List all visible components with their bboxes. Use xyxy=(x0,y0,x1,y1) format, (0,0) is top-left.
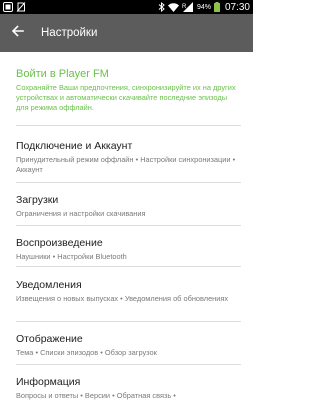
settings-item-display[interactable]: Отображение Тема • Списки эпизодов • Обз… xyxy=(16,321,241,364)
app-bar: Настройки xyxy=(0,14,253,52)
settings-item-title: Загрузки xyxy=(16,194,59,206)
sign-in-title: Войти в Player FM xyxy=(16,68,109,80)
page-title: Настройки xyxy=(41,27,98,39)
settings-item-subtitle: Ограничения и настройки скачивания xyxy=(16,209,146,218)
settings-list: Войти в Player FM Сохраняйте Ваши предпо… xyxy=(0,52,253,404)
settings-item-connection-account[interactable]: Подключение и Аккаунт Принудительный реж… xyxy=(16,125,241,182)
settings-item-playback[interactable]: Воспроизведение Наушники • Настройки Blu… xyxy=(16,225,241,266)
settings-item-subtitle: Извещения о новых выпусках • Уведомления… xyxy=(16,294,229,303)
notification-icon xyxy=(3,2,13,12)
no-sim-icon xyxy=(16,2,26,12)
status-bar: R 94% 07:30 xyxy=(0,0,253,14)
settings-item-notifications[interactable]: Уведомления Извещения о новых выпусках •… xyxy=(16,266,241,321)
settings-item-title: Отображение xyxy=(16,333,83,345)
settings-item-title: Воспроизведение xyxy=(16,237,103,249)
settings-item-subtitle: Наушники • Настройки Bluetooth xyxy=(16,252,127,261)
signal-icon: R xyxy=(182,2,194,12)
settings-item-downloads[interactable]: Загрузки Ограничения и настройки скачива… xyxy=(16,182,241,225)
settings-item-title: Подключение и Аккаунт xyxy=(16,140,133,152)
arrow-left-icon xyxy=(11,24,24,42)
settings-item-information[interactable]: Информация Вопросы и ответы • Версии • О… xyxy=(16,364,241,404)
sign-in-description: Сохраняйте Ваши предпочтения, синхронизи… xyxy=(16,83,236,112)
roaming-mark: R xyxy=(182,4,187,10)
settings-item-title: Информация xyxy=(16,376,81,388)
settings-item-subtitle: Тема • Списки эпизодов • Обзор загрузок xyxy=(16,348,157,357)
clock: 07:30 xyxy=(224,1,250,13)
battery-icon xyxy=(213,2,220,12)
settings-item-subtitle: Вопросы и ответы • Версии • Обратная свя… xyxy=(16,391,176,400)
settings-item-title: Уведомления xyxy=(16,279,82,291)
back-button[interactable] xyxy=(8,23,28,43)
settings-item-subtitle: Принудительный режим оффлайн • Настройки… xyxy=(16,155,236,174)
bluetooth-icon xyxy=(158,2,165,12)
wifi-icon xyxy=(167,2,179,12)
battery-percent: 94% xyxy=(196,3,211,11)
sign-in-prompt[interactable]: Войти в Player FM Сохраняйте Ваши предпо… xyxy=(0,52,253,125)
